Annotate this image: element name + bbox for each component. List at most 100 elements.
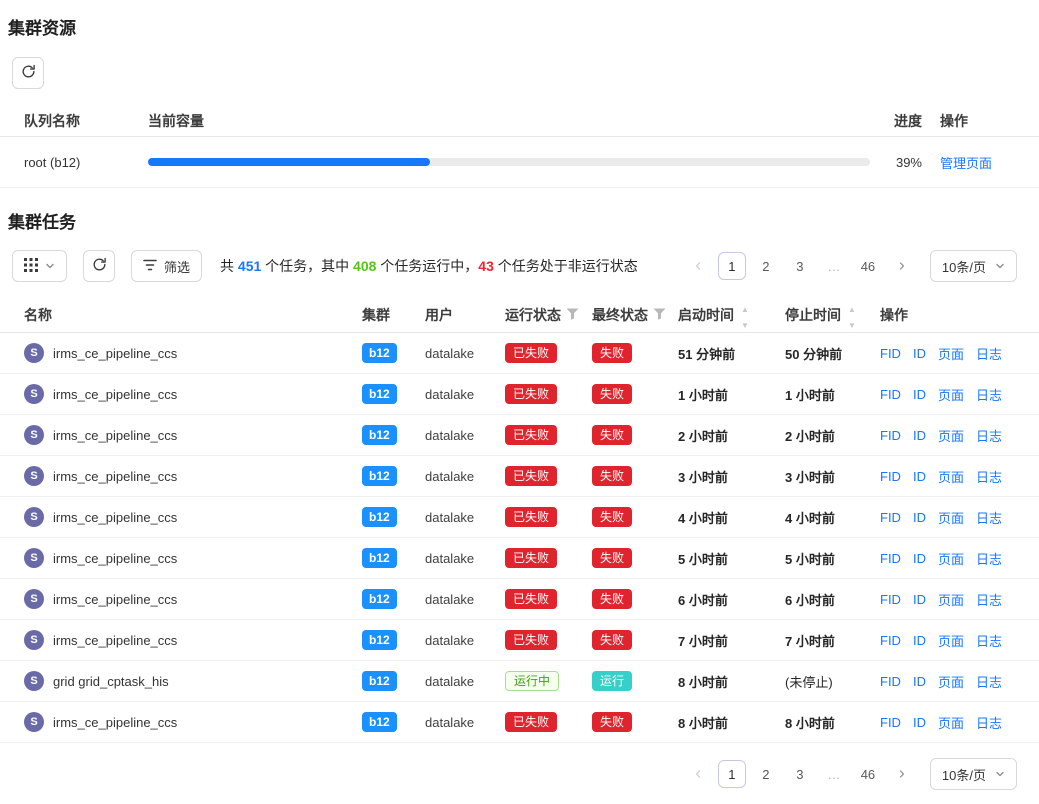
fid-link[interactable]: FID (880, 715, 901, 730)
page-link[interactable]: 页面 (938, 426, 964, 445)
fid-link[interactable]: FID (880, 387, 901, 402)
filter-funnel-icon[interactable] (653, 307, 666, 323)
fid-link[interactable]: FID (880, 551, 901, 566)
log-link[interactable]: 日志 (976, 508, 1002, 527)
sort-icon[interactable] (848, 299, 856, 331)
fid-link[interactable]: FID (880, 428, 901, 443)
log-link[interactable]: 日志 (976, 344, 1002, 363)
tasks-refresh-button[interactable] (83, 250, 115, 282)
task-user: datalake (425, 674, 505, 689)
page-link[interactable]: 页面 (938, 590, 964, 609)
pagination-page-last[interactable]: 46 (854, 760, 882, 788)
page-link[interactable]: 页面 (938, 713, 964, 732)
log-link[interactable]: 日志 (976, 590, 1002, 609)
task-user: datalake (425, 387, 505, 402)
page-link[interactable]: 页面 (938, 467, 964, 486)
id-link[interactable]: ID (913, 387, 926, 402)
col-stop-time[interactable]: 停止时间 (785, 299, 880, 331)
page-link[interactable]: 页面 (938, 631, 964, 650)
filter-funnel-icon[interactable] (566, 307, 579, 323)
page-size-select[interactable]: 10条/页 (930, 250, 1017, 282)
id-link[interactable]: ID (913, 592, 926, 607)
stop-time: (未停止) (785, 672, 880, 691)
task-user: datalake (425, 346, 505, 361)
final-status-tag: 失败 (592, 425, 632, 445)
final-status-tag: 失败 (592, 589, 632, 609)
start-time: 8 小时前 (678, 713, 785, 732)
page-link[interactable]: 页面 (938, 344, 964, 363)
task-name: irms_ce_pipeline_ccs (53, 346, 177, 361)
pagination-prev-button[interactable] (684, 252, 712, 280)
start-time: 51 分钟前 (678, 344, 785, 363)
pagination-ellipsis[interactable]: … (820, 760, 848, 788)
pagination-ellipsis[interactable]: … (820, 252, 848, 280)
pagination-page-3[interactable]: 3 (786, 252, 814, 280)
final-status-tag: 失败 (592, 343, 632, 363)
id-link[interactable]: ID (913, 346, 926, 361)
col-operation: 操作 (922, 111, 1015, 131)
spark-avatar: S (24, 343, 44, 363)
id-link[interactable]: ID (913, 715, 926, 730)
fid-link[interactable]: FID (880, 633, 901, 648)
fid-link[interactable]: FID (880, 510, 901, 525)
stop-time: 50 分钟前 (785, 344, 880, 363)
filter-button[interactable]: 筛选 (131, 250, 202, 282)
page-link[interactable]: 页面 (938, 672, 964, 691)
pagination-page-2[interactable]: 2 (752, 760, 780, 788)
log-link[interactable]: 日志 (976, 426, 1002, 445)
task-user: datalake (425, 428, 505, 443)
fid-link[interactable]: FID (880, 346, 901, 361)
table-row: Sirms_ce_pipeline_ccs b12 datalake 已失败 失… (0, 333, 1039, 374)
task-user: datalake (425, 551, 505, 566)
fid-link[interactable]: FID (880, 674, 901, 689)
pagination-page-1[interactable]: 1 (718, 252, 746, 280)
fid-link[interactable]: FID (880, 592, 901, 607)
pagination-page-2[interactable]: 2 (752, 252, 780, 280)
log-link[interactable]: 日志 (976, 549, 1002, 568)
refresh-icon (21, 64, 36, 82)
col-start-time[interactable]: 启动时间 (678, 299, 785, 331)
fid-link[interactable]: FID (880, 469, 901, 484)
page-link[interactable]: 页面 (938, 508, 964, 527)
spark-avatar: S (24, 466, 44, 486)
start-time: 1 小时前 (678, 385, 785, 404)
task-name: irms_ce_pipeline_ccs (53, 428, 177, 443)
log-link[interactable]: 日志 (976, 672, 1002, 691)
chevron-down-icon (995, 767, 1005, 782)
pagination-page-3[interactable]: 3 (786, 760, 814, 788)
page-link[interactable]: 页面 (938, 385, 964, 404)
pagination-next-button[interactable] (888, 760, 916, 788)
stop-time: 5 小时前 (785, 549, 880, 568)
resources-refresh-button[interactable] (12, 57, 44, 89)
col-final-status[interactable]: 最终状态 (592, 305, 678, 325)
log-link[interactable]: 日志 (976, 631, 1002, 650)
stop-time: 7 小时前 (785, 631, 880, 650)
id-link[interactable]: ID (913, 428, 926, 443)
spark-avatar: S (24, 507, 44, 527)
filter-button-label: 筛选 (164, 257, 190, 276)
col-name: 名称 (24, 305, 362, 325)
id-link[interactable]: ID (913, 674, 926, 689)
pagination-prev-button[interactable] (684, 760, 712, 788)
id-link[interactable]: ID (913, 510, 926, 525)
log-link[interactable]: 日志 (976, 467, 1002, 486)
column-settings-button[interactable] (12, 250, 67, 282)
col-run-status[interactable]: 运行状态 (505, 305, 592, 325)
id-link[interactable]: ID (913, 551, 926, 566)
id-link[interactable]: ID (913, 469, 926, 484)
pagination-page-last[interactable]: 46 (854, 252, 882, 280)
task-user: datalake (425, 592, 505, 607)
start-time: 7 小时前 (678, 631, 785, 650)
pagination-next-button[interactable] (888, 252, 916, 280)
page-link[interactable]: 页面 (938, 549, 964, 568)
run-status-tag: 已失败 (505, 589, 557, 609)
pagination-page-1[interactable]: 1 (718, 760, 746, 788)
manage-page-link[interactable]: 管理页面 (940, 156, 992, 171)
log-link[interactable]: 日志 (976, 385, 1002, 404)
page-size-select[interactable]: 10条/页 (930, 758, 1017, 790)
sort-icon[interactable] (741, 299, 749, 331)
refresh-icon (92, 257, 107, 275)
log-link[interactable]: 日志 (976, 713, 1002, 732)
not-running-count: 43 (478, 258, 494, 274)
id-link[interactable]: ID (913, 633, 926, 648)
